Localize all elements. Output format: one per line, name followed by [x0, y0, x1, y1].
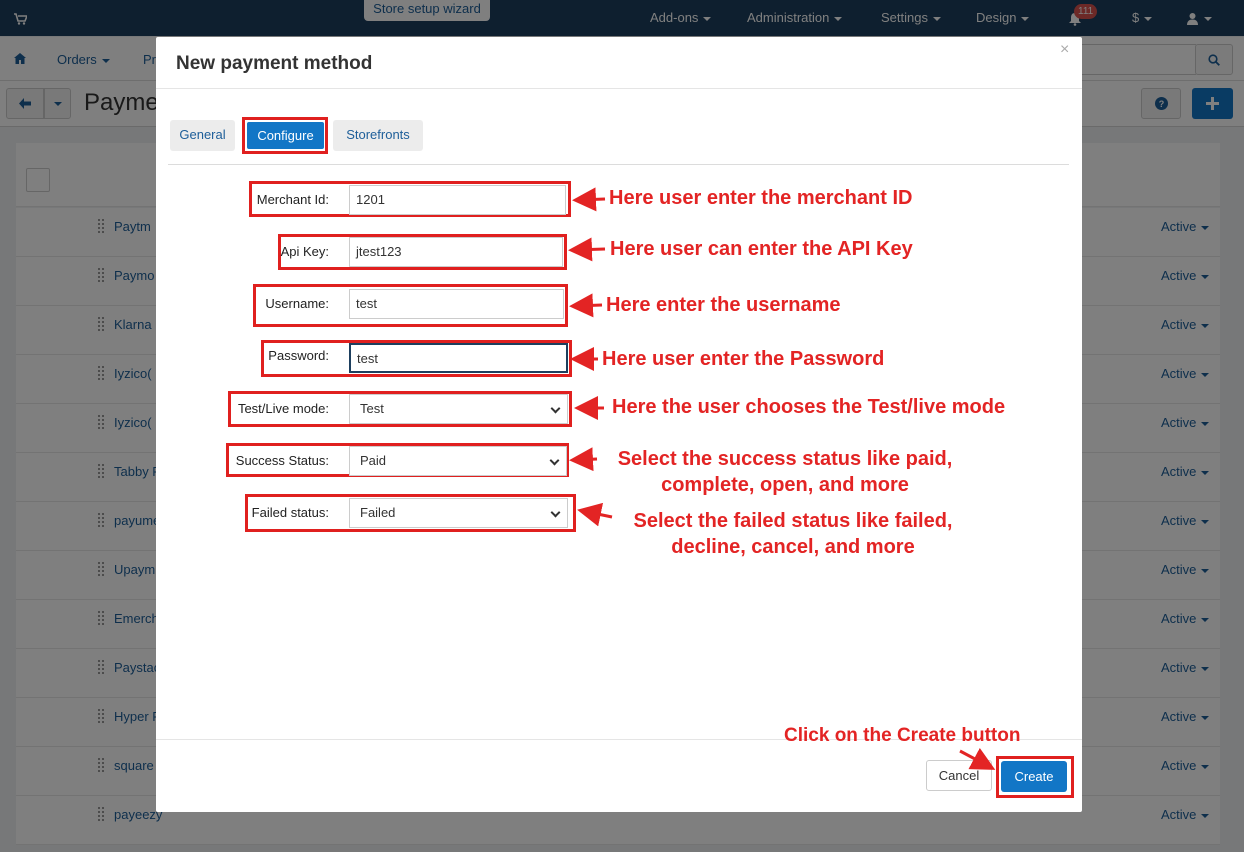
arrow-merchant: [572, 187, 606, 212]
annotation-failed-line2: decline, cancel, and more: [671, 536, 915, 558]
annotation-arrows: [568, 187, 996, 770]
annotation-create: Click on the Create button: [784, 725, 1021, 746]
arrow-create: [959, 747, 996, 770]
annotation-username: Here enter the username: [606, 294, 841, 316]
annotation-success: Select the success status like paid, com…: [590, 446, 980, 498]
annotation-failed-line1: Select the failed status like failed,: [633, 510, 953, 532]
arrow-api: [568, 237, 606, 262]
arrow-username: [569, 293, 603, 318]
annotation-success-line2: complete, open, and more: [661, 474, 909, 496]
annotation-api: Here user can enter the API Key: [610, 238, 913, 260]
annotation-mode: Here the user chooses the Test/live mode: [612, 396, 1006, 418]
annotation-password: Here user enter the Password: [602, 348, 885, 370]
annotation-failed: Select the failed status like failed, de…: [598, 508, 988, 560]
annotation-merchant: Here user enter the merchant ID: [609, 187, 913, 209]
annotation-success-line1: Select the success status like paid,: [617, 448, 953, 470]
